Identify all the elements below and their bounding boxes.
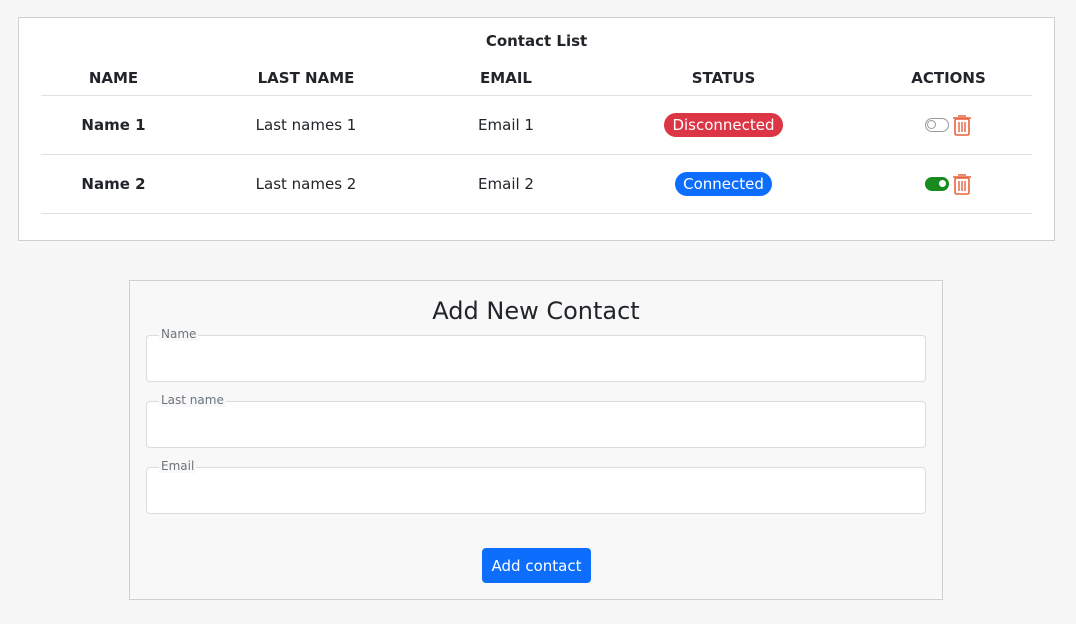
status-badge: Disconnected xyxy=(664,113,783,137)
cell-email: Email 1 xyxy=(478,116,534,134)
trash-icon[interactable] xyxy=(951,172,973,196)
cell-name: Name 1 xyxy=(81,116,146,134)
contact-table: NAME LAST NAME EMAIL STATUS ACTIONS Name… xyxy=(41,66,1032,214)
status-toggle[interactable] xyxy=(924,177,949,191)
last-name-input[interactable] xyxy=(147,402,925,447)
header-email: EMAIL xyxy=(480,68,532,87)
toggle-knob xyxy=(926,120,936,129)
table-row: Name 2 Last names 2 Email 2 Connected xyxy=(41,155,1032,214)
header-actions: ACTIONS xyxy=(911,68,986,87)
header-name: NAME xyxy=(88,68,139,87)
contact-list-card: Contact List NAME LAST NAME EMAIL STATUS… xyxy=(18,17,1055,241)
name-input[interactable] xyxy=(147,336,925,381)
table-header-row: NAME LAST NAME EMAIL STATUS ACTIONS xyxy=(41,66,1032,96)
add-contact-form: Add New Contact Name Last name Email Add… xyxy=(129,280,943,600)
form-title: Add New Contact xyxy=(432,297,640,325)
cell-name: Name 2 xyxy=(81,175,146,193)
cell-last-name: Last names 2 xyxy=(255,175,357,193)
name-field: Name xyxy=(146,327,926,382)
cell-last-name: Last names 1 xyxy=(255,116,357,134)
header-status: STATUS xyxy=(691,68,756,87)
toggle-knob xyxy=(937,179,947,188)
contact-list-title: Contact List xyxy=(485,32,588,50)
trash-icon[interactable] xyxy=(951,113,973,137)
table-row: Name 1 Last names 1 Email 1 Disconnected xyxy=(41,96,1032,155)
add-contact-button[interactable]: Add contact xyxy=(482,548,591,583)
cell-email: Email 2 xyxy=(478,175,534,193)
email-input[interactable] xyxy=(147,468,925,513)
email-field: Email xyxy=(146,459,926,514)
status-toggle[interactable] xyxy=(924,118,949,132)
header-last-name: LAST NAME xyxy=(257,68,355,87)
last-name-field: Last name xyxy=(146,393,926,448)
status-badge: Connected xyxy=(675,172,772,196)
